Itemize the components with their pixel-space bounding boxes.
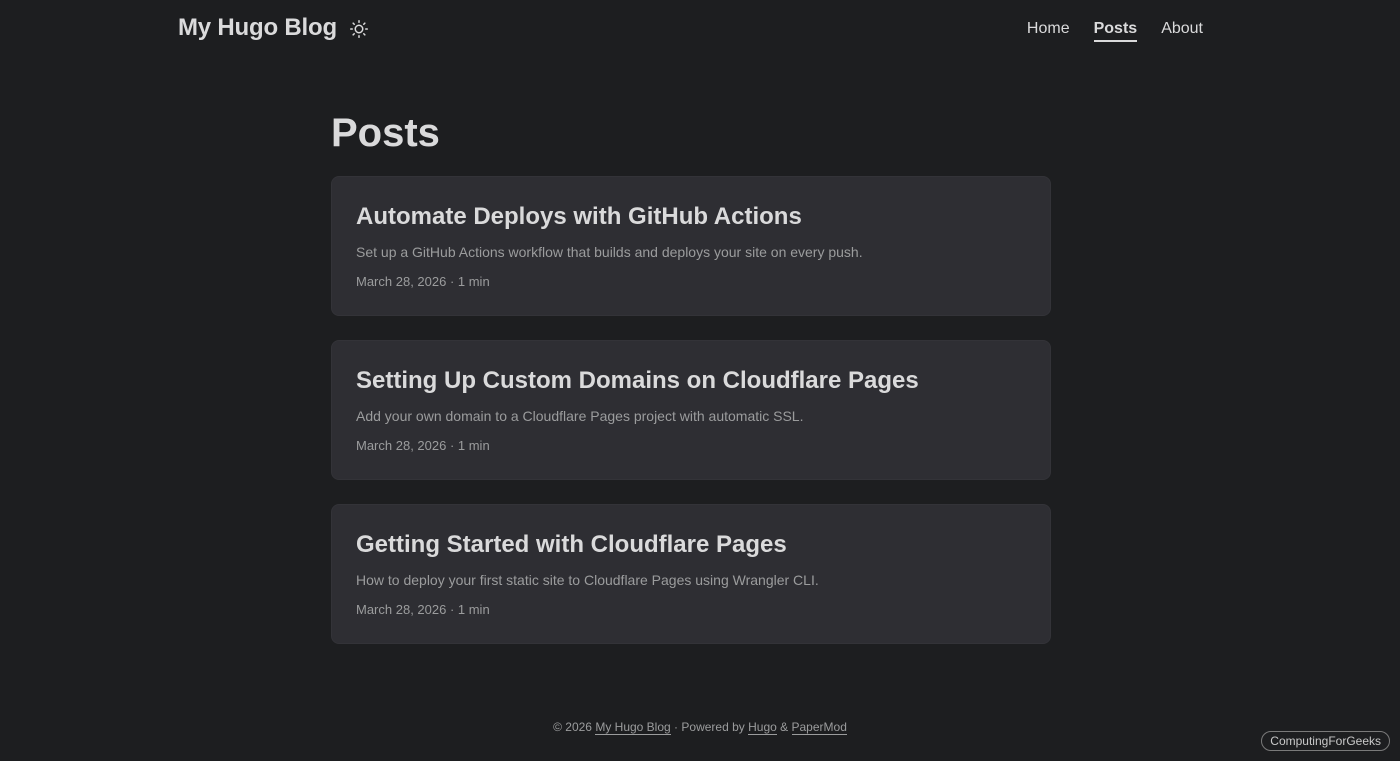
post-title[interactable]: Setting Up Custom Domains on Cloudflare … xyxy=(356,365,1026,397)
theme-toggle-button[interactable] xyxy=(347,17,371,41)
post-meta: March 28, 2026 · 1 min xyxy=(356,602,490,617)
site-title-link[interactable]: My Hugo Blog xyxy=(178,14,337,42)
post-title[interactable]: Automate Deploys with GitHub Actions xyxy=(356,201,1026,233)
post-summary: Add your own domain to a Cloudflare Page… xyxy=(356,408,804,424)
footer-powered-by: Powered by xyxy=(681,720,745,734)
main-content: Posts Automate Deploys with GitHub Actio… xyxy=(331,108,1051,668)
footer-site-link[interactable]: My Hugo Blog xyxy=(595,720,671,735)
post-title[interactable]: Getting Started with Cloudflare Pages xyxy=(356,529,1026,561)
site-footer: © 2026 My Hugo Blog · Powered by Hugo & … xyxy=(0,720,1400,735)
logo-area: My Hugo Blog xyxy=(178,14,371,42)
footer-hugo-link[interactable]: Hugo xyxy=(748,720,777,735)
nav-about[interactable]: About xyxy=(1161,20,1203,42)
footer-papermod-link[interactable]: PaperMod xyxy=(791,720,847,735)
footer-amp: & xyxy=(780,720,789,734)
site-header: My Hugo Blog Home Posts About xyxy=(0,0,1400,62)
watermark-badge: ComputingForGeeks xyxy=(1261,731,1390,751)
post-meta: March 28, 2026 · 1 min xyxy=(356,274,490,289)
post-summary: How to deploy your first static site to … xyxy=(356,572,819,588)
post-meta: March 28, 2026 · 1 min xyxy=(356,438,490,453)
footer-copyright: © 2026 xyxy=(553,720,592,734)
footer-separator: · xyxy=(674,720,679,734)
post-list: Automate Deploys with GitHub Actions Set… xyxy=(331,176,1051,644)
post-card[interactable]: Setting Up Custom Domains on Cloudflare … xyxy=(331,340,1051,480)
post-card[interactable]: Getting Started with Cloudflare Pages Ho… xyxy=(331,504,1051,644)
post-card[interactable]: Automate Deploys with GitHub Actions Set… xyxy=(331,176,1051,316)
page-title: Posts xyxy=(331,111,440,155)
nav-posts[interactable]: Posts xyxy=(1093,20,1138,42)
post-summary: Set up a GitHub Actions workflow that bu… xyxy=(356,244,863,260)
nav-home[interactable]: Home xyxy=(1027,20,1070,42)
sun-icon xyxy=(349,20,368,38)
main-nav: Home Posts About xyxy=(1027,20,1203,42)
